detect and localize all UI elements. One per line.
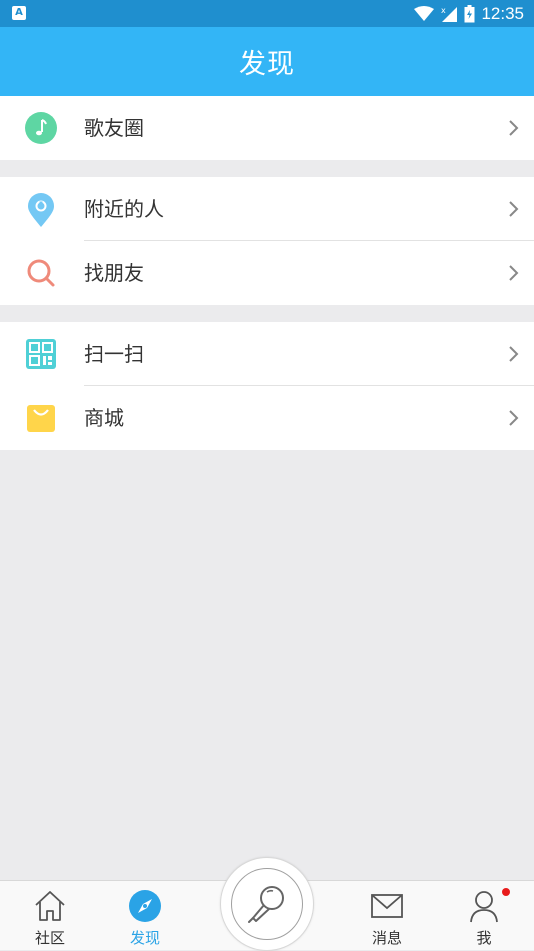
user-icon: [470, 891, 498, 923]
chevron-right-icon: [509, 410, 519, 426]
tab-messages[interactable]: 消息: [337, 881, 437, 950]
battery-icon: [464, 5, 475, 23]
tab-label: 发现: [129, 929, 160, 947]
menu-item-label: 找朋友: [84, 261, 144, 285]
chevron-right-icon: [509, 201, 519, 217]
menu-item-find-friends[interactable]: 找朋友: [0, 241, 534, 305]
wifi-icon: [414, 6, 435, 21]
notification-app-icon: A: [12, 6, 26, 20]
clock: 12:35: [481, 4, 524, 23]
qr-code-icon: [26, 339, 56, 369]
tab-community[interactable]: 社区: [0, 881, 100, 950]
menu-item-scan[interactable]: 扫一扫: [0, 322, 534, 386]
menu-group-3: 扫一扫 商城: [0, 322, 534, 450]
page-header: 发现: [0, 27, 534, 96]
sing-button-ring: [231, 868, 303, 940]
home-icon: [35, 891, 65, 921]
menu-item-label: 扫一扫: [84, 342, 144, 366]
location-pin-icon: [28, 193, 54, 227]
menu-item-label: 附近的人: [84, 197, 164, 221]
tab-me[interactable]: 我: [434, 881, 534, 950]
page-title: 发现: [239, 49, 295, 80]
chevron-right-icon: [509, 120, 519, 136]
menu-group-1: 歌友圈: [0, 96, 534, 160]
notification-badge-dot: [502, 888, 510, 896]
menu-item-label: 商城: [84, 406, 124, 430]
tab-label: 我: [476, 929, 492, 947]
compass-icon: [129, 890, 161, 922]
shopping-bag-icon: [27, 405, 55, 432]
tab-label: 消息: [371, 929, 402, 947]
menu-group-2: 附近的人 找朋友: [0, 177, 534, 305]
menu-item-nearby-people[interactable]: 附近的人: [0, 177, 534, 241]
chevron-right-icon: [509, 265, 519, 281]
cell-signal-icon: x: [441, 6, 458, 22]
tab-label: 社区: [34, 929, 65, 947]
tab-discover[interactable]: 发现: [95, 881, 195, 950]
bottom-tab-bar: 社区 发现 消息 我: [0, 857, 534, 951]
microphone-icon: [248, 886, 284, 923]
envelope-icon: [371, 894, 403, 918]
menu-item-mall[interactable]: 商城: [0, 386, 534, 450]
svg-text:x: x: [441, 6, 446, 15]
chevron-right-icon: [509, 346, 519, 362]
sing-button[interactable]: [220, 857, 314, 951]
music-note-icon: [25, 112, 57, 144]
status-bar: A x 12:35: [0, 0, 534, 27]
menu-item-friends-circle[interactable]: 歌友圈: [0, 96, 534, 160]
search-icon: [27, 259, 55, 287]
menu-item-label: 歌友圈: [84, 116, 144, 140]
